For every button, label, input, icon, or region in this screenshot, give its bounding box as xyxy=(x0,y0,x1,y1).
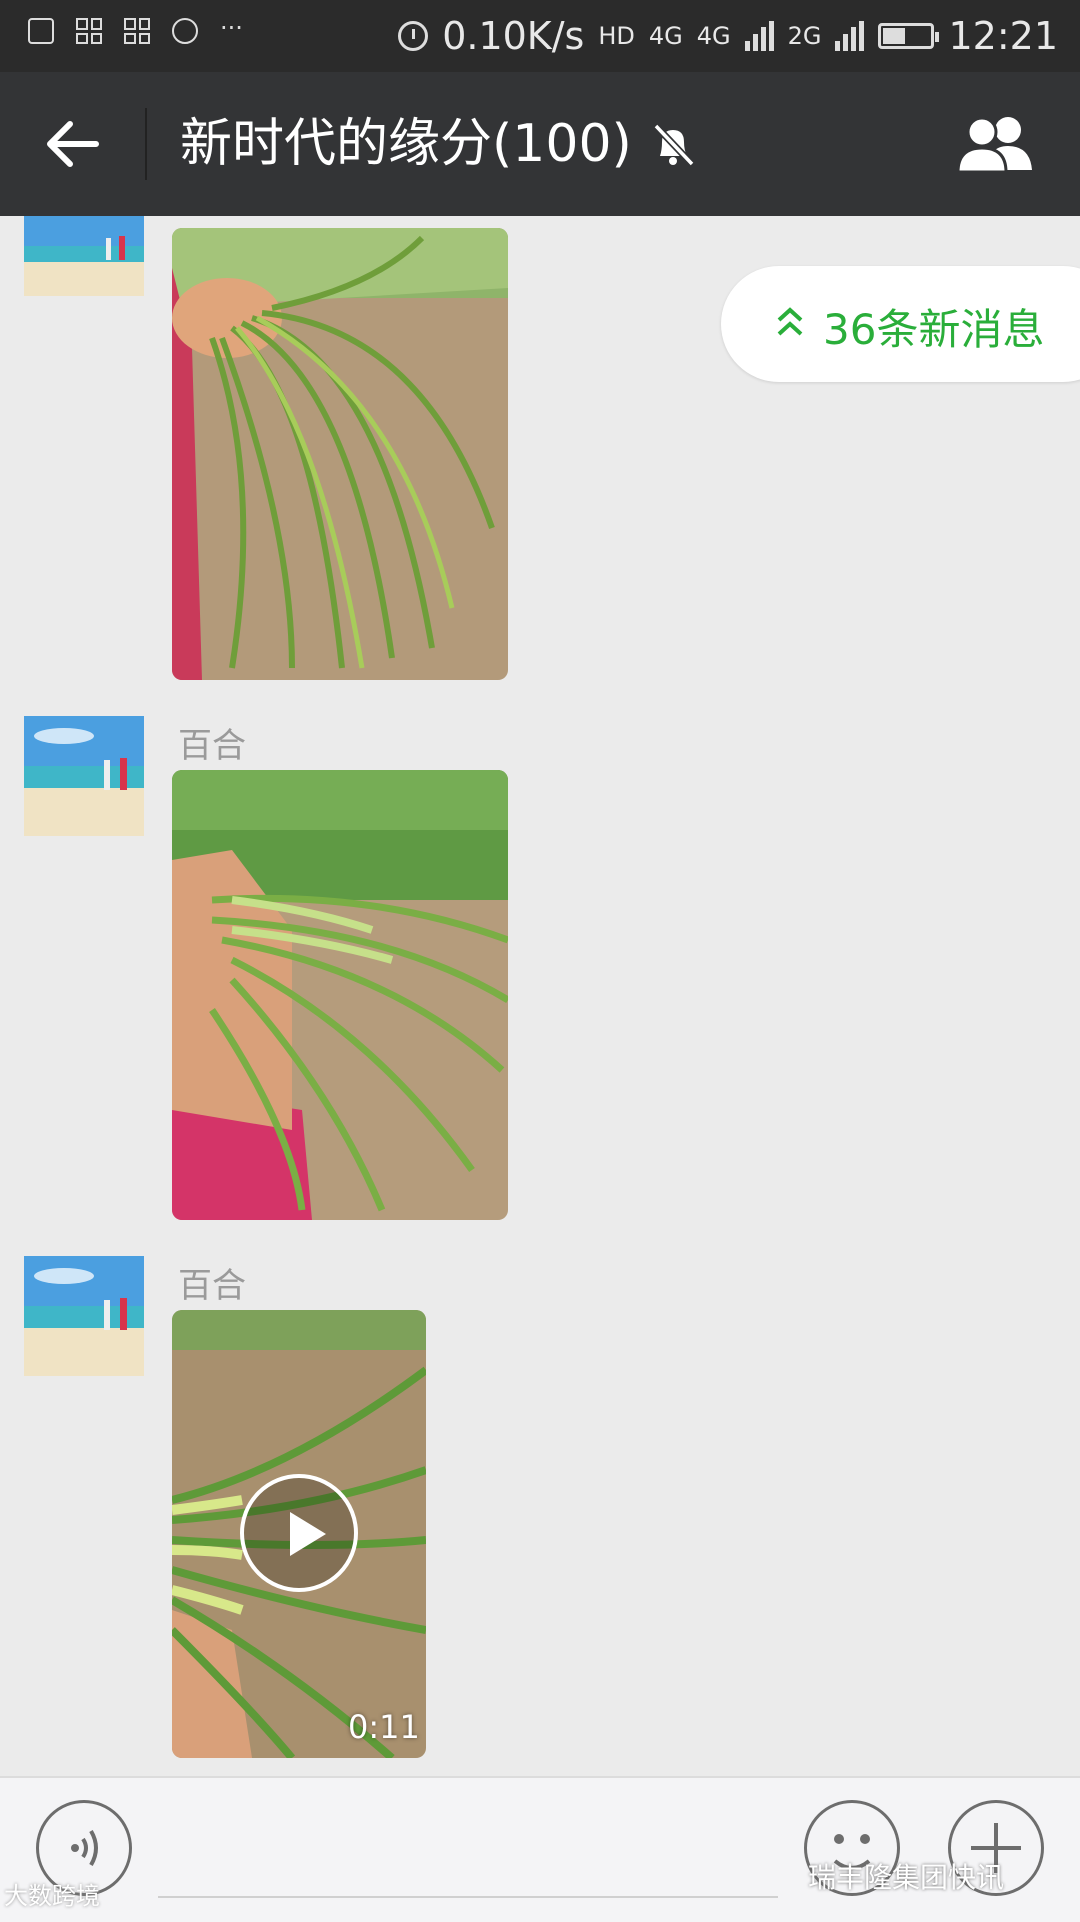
network-type: 4G xyxy=(648,22,683,50)
battery-icon xyxy=(878,23,940,49)
video-duration: 0:11 xyxy=(348,1708,420,1746)
signal-icon xyxy=(835,21,865,51)
signal-icon xyxy=(744,21,774,51)
alarm-icon xyxy=(398,21,429,51)
input-bar xyxy=(0,1776,1080,1922)
new-messages-label: 36条新消息 xyxy=(823,305,1045,354)
message-input[interactable] xyxy=(158,1896,778,1898)
avatar[interactable] xyxy=(24,716,144,836)
status-bar: ··· 0.10K/s HD 4G 4G 2G 12:21 xyxy=(0,0,1080,72)
image-icon xyxy=(28,18,54,44)
double-chevron-up-icon xyxy=(777,307,803,336)
network-type: 4G xyxy=(696,22,731,50)
header-divider xyxy=(145,108,147,180)
watermark-left: 大数跨境 xyxy=(4,1882,100,1910)
back-arrow-icon[interactable] xyxy=(42,114,102,174)
net-speed: 0.10K/s xyxy=(442,14,585,58)
sender-name: 百合 xyxy=(178,1266,246,1306)
group-members-icon[interactable] xyxy=(952,112,1040,176)
image-message[interactable] xyxy=(172,770,508,1220)
chat-title: 新时代的缘分(100) xyxy=(180,114,632,174)
mute-bell-icon xyxy=(653,123,695,167)
sender-name: 百合 xyxy=(178,726,246,766)
clock: 12:21 xyxy=(948,14,1058,58)
chat-header: 新时代的缘分(100) xyxy=(0,72,1080,216)
avatar[interactable] xyxy=(24,1256,144,1376)
video-message[interactable]: 0:11 xyxy=(172,1310,426,1758)
location-icon xyxy=(172,18,198,44)
watermark-right: 瑞丰隆集团快讯 xyxy=(808,1861,1005,1894)
app-icon xyxy=(76,18,102,44)
play-icon[interactable] xyxy=(240,1474,358,1592)
new-messages-button[interactable]: 36条新消息 xyxy=(721,266,1080,382)
more-notifications: ··· xyxy=(220,14,243,42)
app-icon xyxy=(124,18,150,44)
hd-label: HD xyxy=(598,22,635,50)
network-type: 2G xyxy=(787,22,822,50)
image-message[interactable] xyxy=(172,228,508,680)
avatar[interactable] xyxy=(24,216,144,296)
